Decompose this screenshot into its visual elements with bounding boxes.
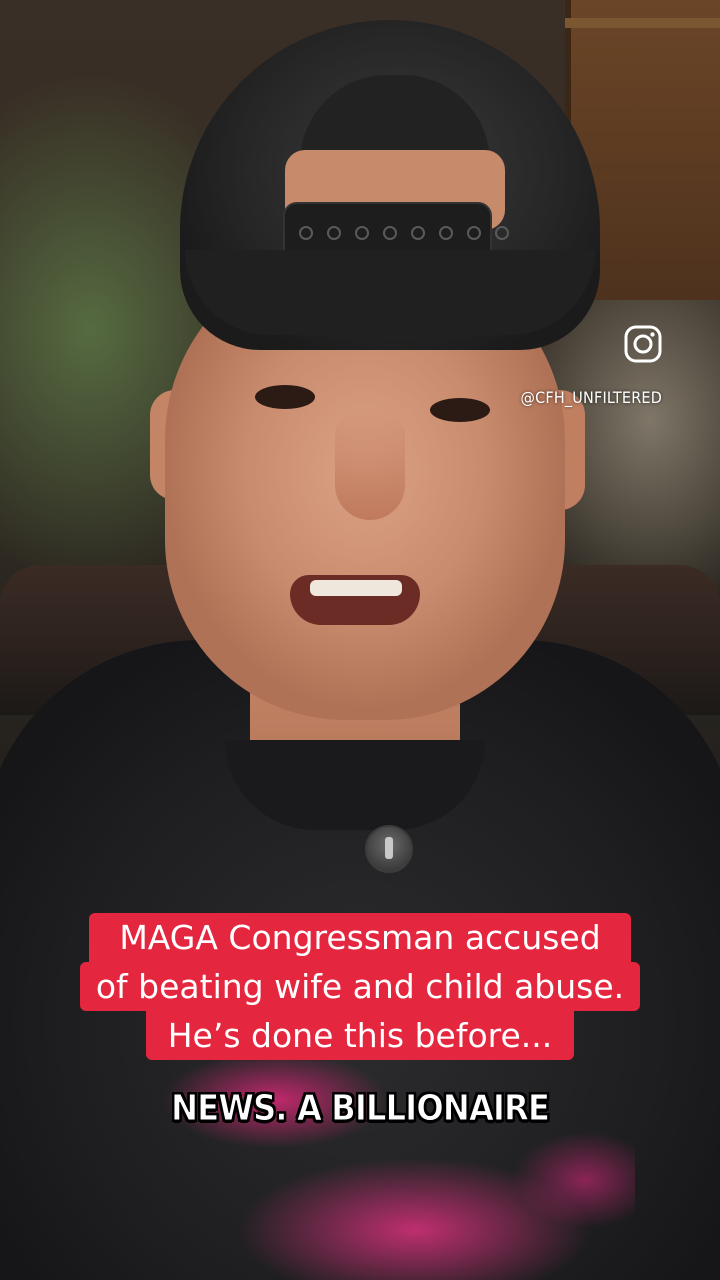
caption-line: MAGA Congressman accused	[89, 913, 631, 962]
person-teeth	[310, 580, 402, 596]
caption-line: He’s done this before...	[145, 1011, 575, 1060]
bookshelf-board	[565, 18, 720, 28]
instagram-icon	[624, 325, 662, 363]
video-frame[interactable]: @CFH_UNFILTERED MAGA Congressman accused…	[0, 0, 720, 1280]
person-nose	[335, 410, 405, 520]
caption-line: of beating wife and child abuse.	[79, 962, 641, 1011]
caption-banner: MAGA Congressman accused of beating wife…	[0, 913, 720, 1060]
eye-left	[255, 385, 315, 409]
speech-subtitle: NEWS. A BILLIONAIRE	[170, 1088, 550, 1130]
eye-right	[430, 398, 490, 422]
lapel-microphone	[365, 825, 413, 873]
creator-handle: @CFH_UNFILTERED	[520, 388, 662, 407]
cap-band	[185, 250, 595, 335]
